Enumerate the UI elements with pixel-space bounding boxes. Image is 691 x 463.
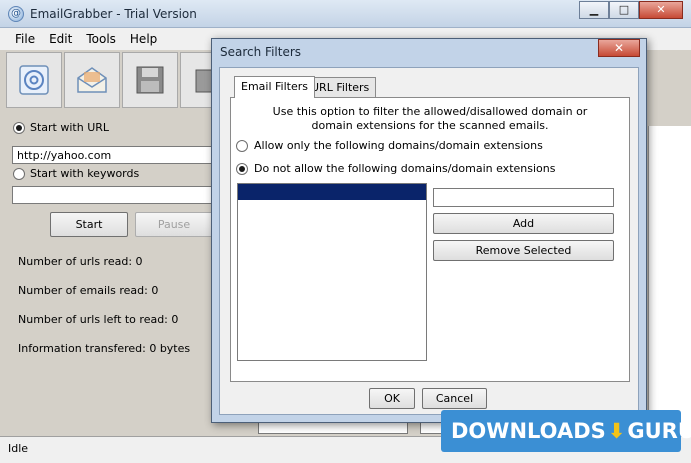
app-icon: @ [8,6,24,22]
keywords-input[interactable] [12,186,212,204]
filter-description-line2: domain extensions for the scanned emails… [311,119,549,132]
allow-only-radio[interactable] [236,140,248,152]
domain-list[interactable] [237,183,427,361]
maximize-button[interactable]: □ [609,1,639,19]
emails-read-stat: Number of emails read: 0 [18,284,159,297]
status-text: Idle [8,442,29,455]
dialog-title: Search Filters [220,45,302,59]
dialog-close-button[interactable]: ✕ [598,39,640,57]
at-sign-email-icon [19,65,49,95]
open-envelope-icon [77,67,107,93]
start-with-keywords-label: Start with keywords [30,167,140,180]
toolbar [6,52,236,110]
menu-help[interactable]: Help [123,28,164,50]
remove-selected-button[interactable]: Remove Selected [433,240,614,261]
filter-description: Use this option to filter the allowed/di… [232,105,628,133]
toolbar-email-button[interactable] [6,52,62,108]
toolbar-save-button[interactable] [122,52,178,108]
start-button[interactable]: Start [50,212,128,237]
menu-edit[interactable]: Edit [42,28,79,50]
downloads-guru-watermark: DOWNLOADS ⬇ GURU [441,410,691,452]
add-button[interactable]: Add [433,213,614,234]
menu-file[interactable]: File [8,28,42,50]
minimize-button[interactable]: ▁ [579,1,609,19]
close-button[interactable]: ✕ [639,1,683,19]
window-title: EmailGrabber - Trial Version [30,7,197,21]
watermark-right-text: GURU [627,419,691,443]
menu-tools[interactable]: Tools [79,28,123,50]
filter-description-line1: Use this option to filter the allowed/di… [272,105,588,118]
info-transfered-stat: Information transfered: 0 bytes [18,342,191,355]
start-with-url-radio[interactable] [13,122,25,134]
main-titlebar: @ EmailGrabber - Trial Version ▁ □ ✕ [0,0,691,28]
url-input[interactable]: http://yahoo.com [12,146,212,164]
ok-button[interactable]: OK [369,388,415,409]
do-not-allow-label: Do not allow the following domains/domai… [254,162,556,175]
do-not-allow-radio[interactable] [236,163,248,175]
domain-input[interactable] [433,188,614,207]
search-filters-dialog: Search Filters ✕ Email Filters URL Filte… [211,38,647,423]
urls-read-stat: Number of urls read: 0 [18,255,143,268]
watermark-left-text: DOWNLOADS [451,419,606,443]
download-arrow-icon: ⬇ [607,419,626,443]
save-disk-icon [136,66,164,94]
start-with-keywords-radio[interactable] [13,168,25,180]
results-panel [648,126,691,436]
list-item-selected[interactable] [238,184,426,200]
urls-left-stat: Number of urls left to read: 0 [18,313,179,326]
toolbar-open-button[interactable] [64,52,120,108]
tab-email-filters[interactable]: Email Filters [234,76,315,98]
start-with-url-label: Start with URL [30,121,110,134]
allow-only-label: Allow only the following domains/domain … [254,139,543,152]
window-controls: ▁ □ ✕ [579,1,683,19]
pause-button[interactable]: Pause [135,212,213,237]
cancel-button[interactable]: Cancel [422,388,487,409]
